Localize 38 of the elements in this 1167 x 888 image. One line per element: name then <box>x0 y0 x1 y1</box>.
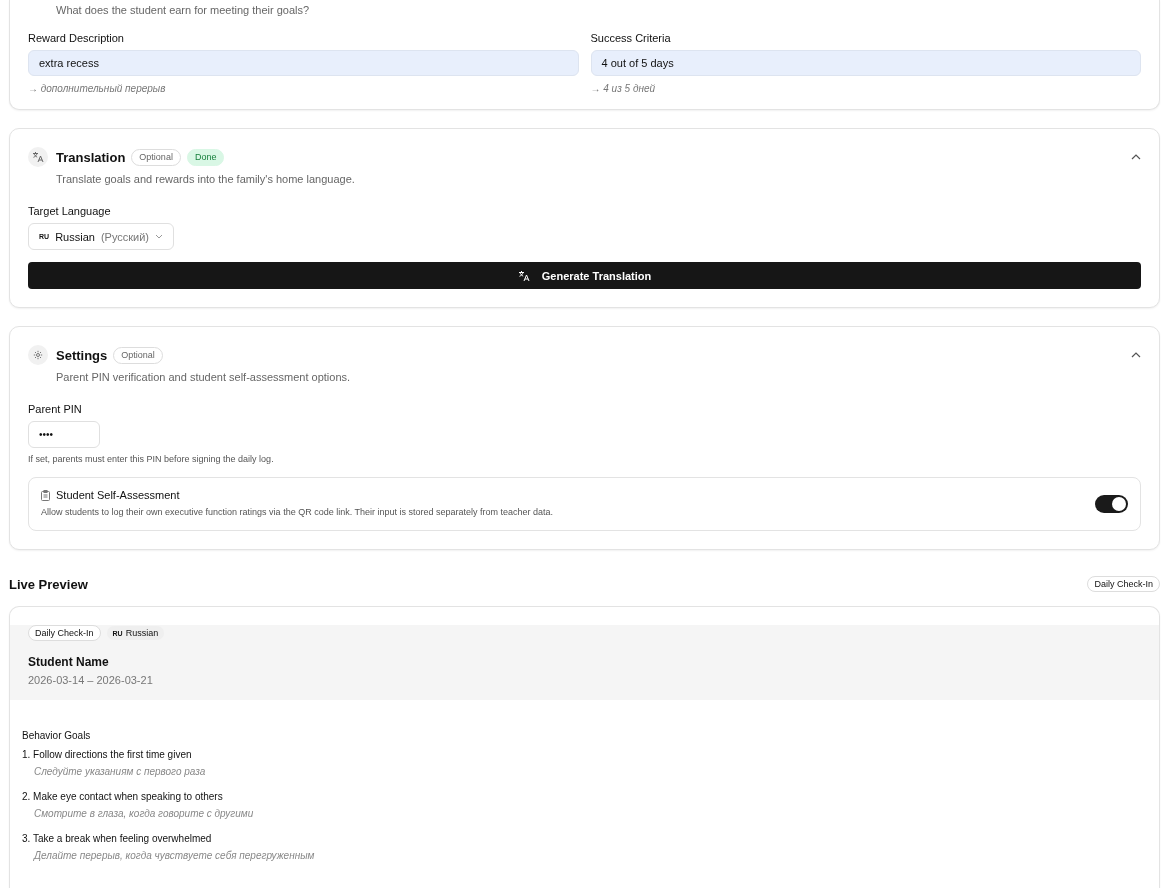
translation-text: → 4 из 5 дней <box>590 83 656 94</box>
settings-icon <box>33 350 43 360</box>
translation-text: → дополнительный перерыв <box>28 83 166 94</box>
field-label: Success Criteria <box>590 32 671 44</box>
text-field[interactable]: extra recess <box>28 50 579 76</box>
section-title: Translation <box>56 149 126 165</box>
setting-description: Allow students to log their own executive function ratings via the QR code link. Their input is stored separately from teacher data. <box>41 507 554 517</box>
section-description: Translate goals and rewards into the family's home language. <box>56 173 355 185</box>
goals-heading: Behavior Goals <box>22 730 91 741</box>
section-title: Settings <box>56 347 108 363</box>
goal-text: 3. Take a break when feeling overwhelmed <box>22 833 212 844</box>
chevron-down-icon <box>155 234 164 239</box>
preview-title: Live Preview <box>9 576 88 592</box>
field-label: Target Language <box>28 205 111 217</box>
date-range: 2026-03-14 – 2026-03-21 <box>28 674 153 686</box>
goal-translation: Следуйте указаниям с первого раза <box>34 766 206 777</box>
goal-translation: Смотрите в глаза, когда говорите с другими <box>34 808 254 819</box>
template-badge: Daily Check-In <box>1087 576 1160 592</box>
pin-field[interactable]: •••• <box>28 421 100 448</box>
toggle-switch[interactable] <box>1095 495 1128 513</box>
goal-text: 1. Follow directions the first time given <box>22 749 192 760</box>
status-badge: Done <box>186 148 225 166</box>
student-name: Student Name <box>28 655 109 669</box>
chevron-up-icon[interactable] <box>1131 154 1141 160</box>
template-tag: Daily Check-In <box>28 625 101 641</box>
translate-icon <box>517 269 530 282</box>
section-description: What does the student earn for meeting their goals? <box>56 3 310 17</box>
generate-translation-button[interactable]: Generate Translation <box>28 262 1141 289</box>
field-label: Parent PIN <box>28 403 82 415</box>
goal-translation: Делайте перерыв, когда чувствуете себя перегруженным <box>34 850 315 861</box>
text-field[interactable]: 4 out of 5 days <box>590 50 1141 76</box>
chevron-up-icon[interactable] <box>1131 352 1141 358</box>
goal-text: 2. Make eye contact when speaking to others <box>22 791 223 802</box>
section-description: Parent PIN verification and student self-assessment options. <box>56 371 351 383</box>
setting-title: Student Self-Assessment <box>56 489 180 501</box>
field-hint: If set, parents must enter this PIN before signing the daily log. <box>28 454 274 464</box>
field-label: Reward Description <box>28 32 124 44</box>
clipboard-icon <box>41 489 50 501</box>
